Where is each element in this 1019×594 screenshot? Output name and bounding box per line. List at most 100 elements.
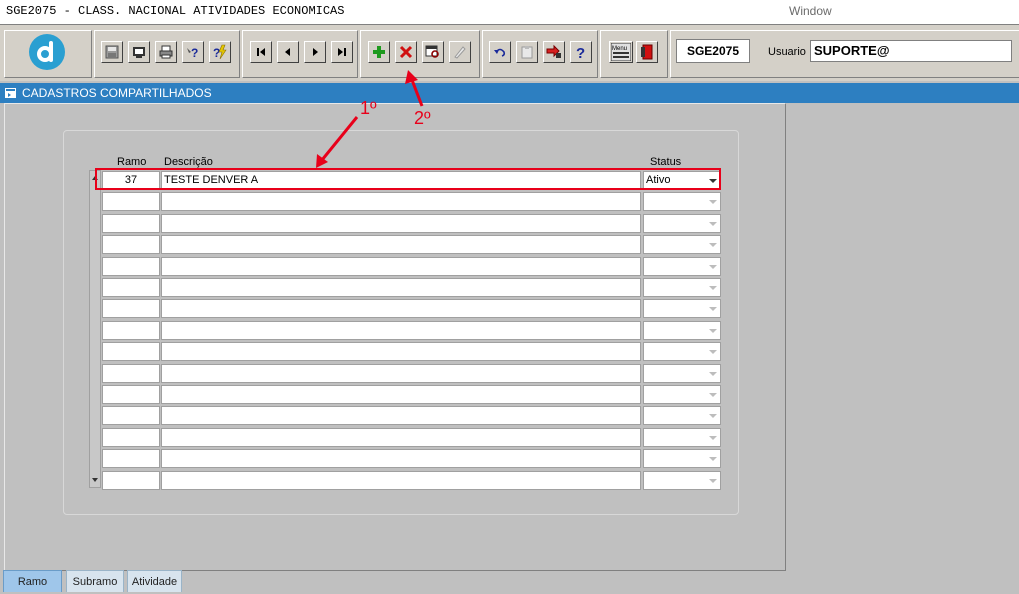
help-query-button[interactable]: ? xyxy=(182,41,204,63)
status-select[interactable] xyxy=(643,299,721,318)
chevron-down-icon[interactable] xyxy=(709,286,717,290)
ramo-cell[interactable] xyxy=(102,471,160,490)
status-select[interactable] xyxy=(643,449,721,468)
chevron-down-icon[interactable] xyxy=(709,200,717,204)
status-select[interactable] xyxy=(643,364,721,383)
tab-atividade[interactable]: Atividade xyxy=(127,570,182,592)
section-title: CADASTROS COMPARTILHADOS xyxy=(22,86,212,100)
chevron-down-icon[interactable] xyxy=(709,329,717,333)
chevron-down-icon[interactable] xyxy=(709,436,717,440)
delete-record-button[interactable] xyxy=(395,41,417,63)
disabled-tool-icon xyxy=(454,46,466,59)
help-icon: ? xyxy=(576,45,585,60)
status-select[interactable] xyxy=(643,214,721,233)
ramo-cell[interactable] xyxy=(102,428,160,447)
exit-button[interactable] xyxy=(636,41,658,63)
descricao-cell[interactable] xyxy=(161,471,641,490)
records-scrollbar[interactable] xyxy=(89,170,101,488)
ramo-cell[interactable] xyxy=(102,192,160,211)
annotation-first: 1º xyxy=(360,98,377,118)
clipboard-button[interactable] xyxy=(516,41,538,63)
chevron-down-icon[interactable] xyxy=(709,265,717,269)
user-field[interactable]: SUPORTE@ xyxy=(810,40,1012,62)
screen-button[interactable] xyxy=(128,41,150,63)
descricao-cell[interactable] xyxy=(161,364,641,383)
edit-record-button[interactable] xyxy=(422,41,444,63)
help-query-icon: ? xyxy=(187,46,198,60)
highlight-box xyxy=(95,168,721,190)
screen-icon xyxy=(133,47,145,58)
exit-icon xyxy=(641,44,653,60)
ramo-cell[interactable] xyxy=(102,385,160,404)
scroll-down-icon[interactable] xyxy=(91,475,99,485)
status-select[interactable] xyxy=(643,428,721,447)
tools-button[interactable] xyxy=(543,41,565,63)
descricao-cell[interactable] xyxy=(161,385,641,404)
ramo-cell[interactable] xyxy=(102,235,160,254)
edit-record-icon xyxy=(425,45,439,58)
descricao-cell[interactable] xyxy=(161,257,641,276)
ramo-cell[interactable] xyxy=(102,299,160,318)
next-record-button[interactable] xyxy=(304,41,326,63)
tab-ramo[interactable]: Ramo xyxy=(3,570,62,592)
ramo-cell[interactable] xyxy=(102,449,160,468)
ramo-cell[interactable] xyxy=(102,342,160,361)
tab-subramo[interactable]: Subramo xyxy=(66,570,124,592)
status-select[interactable] xyxy=(643,321,721,340)
descricao-cell[interactable] xyxy=(161,342,641,361)
ramo-cell[interactable] xyxy=(102,257,160,276)
window-icon xyxy=(5,88,16,98)
descricao-cell[interactable] xyxy=(161,278,641,297)
ramo-cell[interactable] xyxy=(102,364,160,383)
descricao-cell[interactable] xyxy=(161,406,641,425)
disabled-tool-button[interactable] xyxy=(449,41,471,63)
ramo-cell[interactable] xyxy=(102,278,160,297)
descricao-cell[interactable] xyxy=(161,449,641,468)
first-record-button[interactable] xyxy=(250,41,272,63)
undo-button[interactable] xyxy=(489,41,511,63)
chevron-down-icon[interactable] xyxy=(709,243,717,247)
descricao-cell[interactable] xyxy=(161,192,641,211)
status-select[interactable] xyxy=(643,278,721,297)
chevron-down-icon[interactable] xyxy=(709,457,717,461)
next-record-icon xyxy=(313,48,318,56)
ramo-cell[interactable] xyxy=(102,406,160,425)
ramo-cell[interactable] xyxy=(102,321,160,340)
execute-query-button[interactable]: ? xyxy=(209,41,231,63)
descricao-cell[interactable] xyxy=(161,428,641,447)
status-select[interactable] xyxy=(643,192,721,211)
ramo-cell[interactable] xyxy=(102,214,160,233)
chevron-down-icon[interactable] xyxy=(709,307,717,311)
undo-icon xyxy=(494,48,506,57)
chevron-down-icon[interactable] xyxy=(709,414,717,418)
descricao-cell[interactable] xyxy=(161,235,641,254)
previous-record-button[interactable] xyxy=(277,41,299,63)
empty-area xyxy=(786,103,1019,569)
status-select[interactable] xyxy=(643,385,721,404)
descricao-cell[interactable] xyxy=(161,299,641,318)
chevron-down-icon[interactable] xyxy=(709,479,717,483)
status-select[interactable] xyxy=(643,342,721,361)
menu-button[interactable]: Menu xyxy=(609,41,633,63)
header-descricao: Descrição xyxy=(164,156,213,168)
status-select[interactable] xyxy=(643,235,721,254)
chevron-down-icon[interactable] xyxy=(709,372,717,376)
status-select[interactable] xyxy=(643,257,721,276)
window-menu[interactable]: Window xyxy=(789,4,832,18)
status-select[interactable] xyxy=(643,471,721,490)
save-button[interactable] xyxy=(101,41,123,63)
chevron-down-icon[interactable] xyxy=(709,350,717,354)
last-record-button[interactable] xyxy=(331,41,353,63)
help-button[interactable]: ? xyxy=(570,41,592,63)
form-code-field: SGE2075 xyxy=(676,39,750,63)
save-icon xyxy=(105,45,119,59)
insert-record-button[interactable] xyxy=(368,41,390,63)
previous-record-icon xyxy=(285,48,290,56)
print-button[interactable] xyxy=(155,41,177,63)
descricao-cell[interactable] xyxy=(161,214,641,233)
chevron-down-icon[interactable] xyxy=(709,222,717,226)
header-status: Status xyxy=(650,156,682,168)
chevron-down-icon[interactable] xyxy=(709,393,717,397)
descricao-cell[interactable] xyxy=(161,321,641,340)
status-select[interactable] xyxy=(643,406,721,425)
